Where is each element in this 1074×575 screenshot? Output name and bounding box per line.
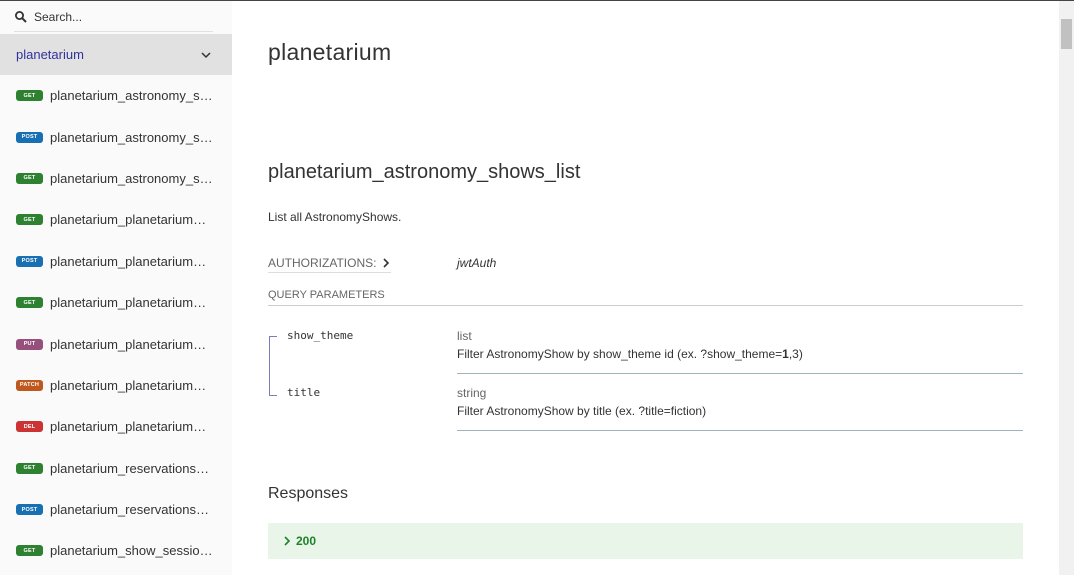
- authorizations-label: AUTHORIZATIONS:: [268, 256, 377, 270]
- param-name: show_theme: [287, 329, 354, 342]
- operation-label: planetarium_planetarium_domes_create: [50, 253, 213, 269]
- operation-label: planetarium_planetarium_domes_retrieve: [50, 295, 213, 311]
- param-description: Filter AstronomyShow by title (ex. ?titl…: [457, 404, 706, 418]
- method-badge: PUT: [16, 338, 43, 350]
- param-description-text: Filter AstronomyShow by title (ex. ?titl…: [457, 404, 707, 418]
- search-box: [14, 3, 213, 32]
- param-tree-tick: [269, 336, 277, 337]
- chevron-down-icon: [201, 51, 211, 58]
- sidebar-operation-item[interactable]: POST planetarium_planetarium_domes_create: [0, 241, 232, 282]
- sidebar-operation-item[interactable]: GET planetarium_astronomy_shows_retrieve: [0, 158, 232, 199]
- sidebar-operation-item[interactable]: PUT planetarium_planetarium_domes_update: [0, 323, 232, 364]
- sidebar-operation-item[interactable]: POST planetarium_astronomy_shows_create: [0, 116, 232, 157]
- param-description: Filter AstronomyShow by show_theme id (e…: [457, 347, 803, 361]
- operation-label: planetarium_reservations_create: [50, 502, 213, 518]
- chevron-right-icon: [383, 258, 390, 268]
- operation-label: planetarium_planetarium_domes_update: [50, 336, 213, 352]
- scrollbar-thumb[interactable]: [1061, 19, 1072, 49]
- operation-label: planetarium_planetarium_domes_partial_up…: [50, 377, 213, 393]
- sidebar-operation-item[interactable]: GET planetarium_reservations_list: [0, 448, 232, 489]
- sidebar-operation-item[interactable]: GET planetarium_planetarium_domes_retriev…: [0, 282, 232, 323]
- param-description-text: Filter AstronomyShow by show_theme id (e…: [457, 347, 783, 361]
- method-badge: POST: [16, 255, 43, 267]
- param-separator: [457, 430, 1023, 431]
- method-badge: GET: [16, 297, 43, 309]
- sidebar-operation-item[interactable]: GET planetarium_planetarium_domes_list: [0, 199, 232, 240]
- operation-label: planetarium_show_sessions_list: [50, 543, 213, 559]
- scrollbar[interactable]: [1059, 1, 1074, 575]
- operation-label: planetarium_planetarium_domes_destroy: [50, 419, 213, 435]
- sidebar-operation-item[interactable]: GET planetarium_show_sessions_list: [0, 530, 232, 571]
- chevron-right-icon: [284, 536, 291, 546]
- main-content: planetarium planetarium_astronomy_shows_…: [232, 1, 1059, 575]
- method-badge: POST: [16, 504, 43, 516]
- search-icon: [15, 11, 27, 23]
- operation-label: planetarium_planetarium_domes_list: [50, 212, 213, 228]
- response-200-toggle[interactable]: 200: [268, 523, 1023, 559]
- sidebar: planetarium GET planetarium_astronomy_sho…: [0, 1, 232, 575]
- param-tree-tick: [269, 395, 277, 396]
- sidebar-operation-item[interactable]: POST planetarium_reservations_create: [0, 489, 232, 530]
- authorizations-toggle[interactable]: AUTHORIZATIONS:: [268, 256, 392, 273]
- query-parameters-title: QUERY PARAMETERS: [268, 289, 385, 301]
- param-name: title: [287, 386, 321, 399]
- operation-title: planetarium_astronomy_shows_list: [268, 161, 581, 183]
- authorizations-value: jwtAuth: [457, 256, 497, 270]
- param-tree-line: [269, 336, 270, 396]
- method-badge: GET: [16, 462, 43, 474]
- param-type: string: [457, 386, 487, 400]
- operation-label: planetarium_reservations_list: [50, 460, 213, 476]
- method-badge: GET: [16, 545, 43, 557]
- sidebar-operation-item[interactable]: DEL planetarium_planetarium_domes_destroy: [0, 406, 232, 447]
- sidebar-group-planetarium[interactable]: planetarium: [0, 34, 232, 75]
- sidebar-operation-item[interactable]: PATCH planetarium_planetarium_domes_parti…: [0, 365, 232, 406]
- method-badge: GET: [16, 214, 43, 226]
- sidebar-operation-item[interactable]: GET planetarium_astronomy_shows_list: [0, 75, 232, 116]
- operation-label: planetarium_astronomy_shows_list: [50, 88, 213, 104]
- response-code: 200: [296, 534, 317, 548]
- operation-label: planetarium_astronomy_shows_create: [50, 129, 213, 145]
- param-separator: [457, 373, 1023, 374]
- method-badge: DEL: [16, 421, 43, 433]
- sidebar-group-label: planetarium: [16, 47, 84, 62]
- param-description-text: ,3): [788, 347, 803, 361]
- operation-description: List all AstronomyShows.: [268, 210, 402, 224]
- search-input[interactable]: [34, 10, 204, 24]
- method-badge: GET: [16, 172, 43, 184]
- param-type: list: [457, 329, 472, 343]
- method-badge: GET: [16, 90, 43, 102]
- operation-label: planetarium_astronomy_shows_retrieve: [50, 170, 213, 186]
- method-badge: POST: [16, 131, 43, 143]
- responses-title: Responses: [268, 485, 349, 502]
- param-description-bold: 1: [782, 347, 789, 361]
- page-title: planetarium: [268, 39, 392, 65]
- method-badge: PATCH: [16, 379, 43, 391]
- operation-list: GET planetarium_astronomy_shows_list POST…: [0, 75, 232, 572]
- divider: [268, 305, 1023, 306]
